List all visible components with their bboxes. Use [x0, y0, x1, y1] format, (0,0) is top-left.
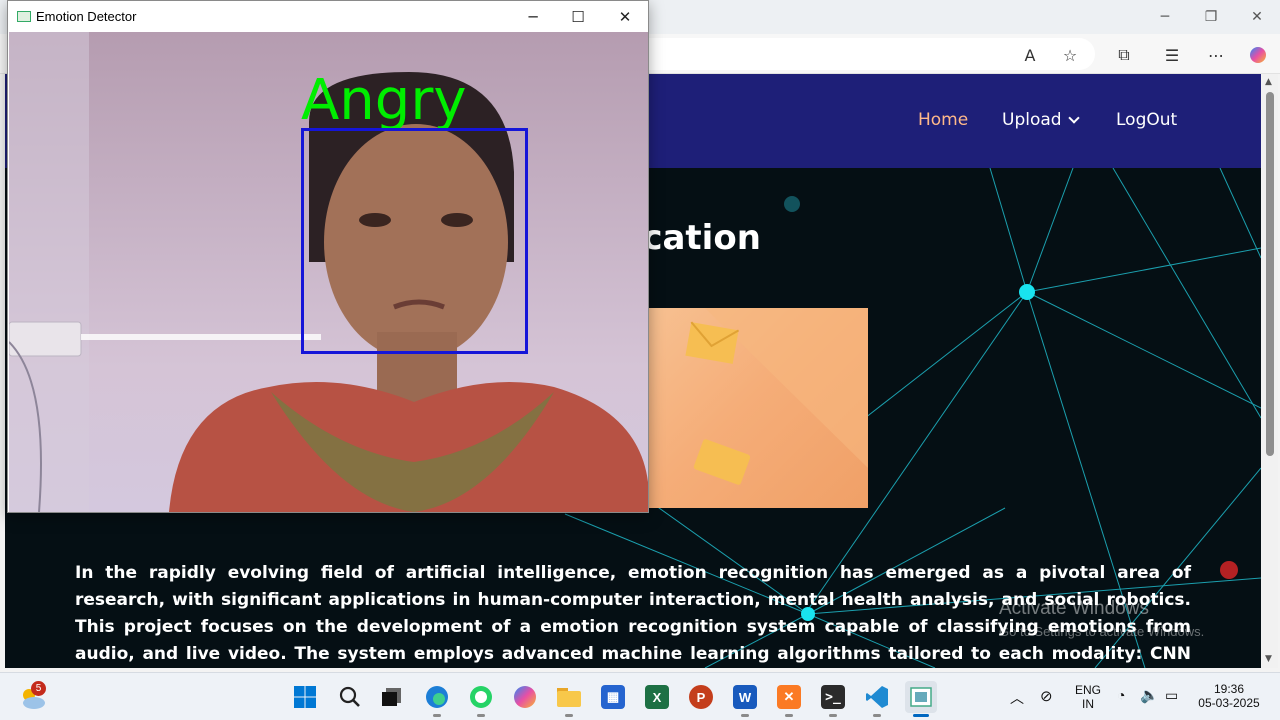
scroll-up-arrow-icon[interactable]: ▲: [1265, 77, 1272, 87]
nav-upload-label: Upload: [1002, 110, 1062, 130]
scroll-down-arrow-icon[interactable]: ▼: [1265, 654, 1272, 664]
app-icon: [17, 11, 31, 22]
task-view-icon[interactable]: [376, 681, 408, 713]
weather-badge: 5: [31, 681, 46, 696]
face-bounding-box: [301, 128, 528, 354]
vscode-icon[interactable]: [861, 681, 893, 717]
extensions-icon[interactable]: ⧉: [1113, 44, 1135, 66]
volume-icon[interactable]: 🔈: [1140, 686, 1159, 704]
detected-emotion-label: Angry: [301, 68, 467, 133]
activate-windows-title: Activate Windows: [999, 598, 1149, 619]
detector-maximize-button[interactable]: ☐: [558, 4, 598, 30]
running-indicator: [873, 714, 881, 717]
start-icon[interactable]: [289, 681, 321, 713]
running-indicator: [785, 714, 793, 717]
more-menu-icon[interactable]: ⋯: [1205, 44, 1227, 66]
minimize-button[interactable]: ─: [1142, 0, 1188, 34]
active-indicator: [913, 714, 929, 717]
detector-titlebar[interactable]: Emotion Detector ─ ☐ ✕: [8, 1, 648, 32]
browser-window-controls: ─ ❐ ✕: [1142, 0, 1280, 34]
clock[interactable]: 19:36 05-03-2025: [1196, 682, 1262, 710]
copilot-icon[interactable]: [509, 681, 541, 713]
taskbar: 5 ▦ X P W ✕ >_ ︿ ⊘ ENG IN ◔ 🔈 ▭ 19:36 05…: [0, 672, 1280, 720]
nav-logout-link[interactable]: LogOut: [1116, 110, 1177, 130]
close-button[interactable]: ✕: [1234, 0, 1280, 34]
language-indicator[interactable]: ENG IN: [1074, 683, 1102, 711]
powerpoint-icon[interactable]: P: [685, 681, 717, 713]
activate-windows-subtitle: Go to Settings to activate Windows.: [999, 624, 1205, 639]
language-code: ENG: [1074, 683, 1101, 697]
chevron-down-icon: [1067, 112, 1080, 124]
running-indicator: [565, 714, 573, 717]
running-indicator: [433, 714, 441, 717]
running-indicator: [829, 714, 837, 717]
credit-card-icon: [693, 439, 751, 485]
page-scrollbar[interactable]: ▲ ▼: [1262, 74, 1278, 668]
region-code: IN: [1082, 697, 1094, 711]
nav-home-link[interactable]: Home: [918, 110, 968, 130]
running-indicator: [741, 714, 749, 717]
file-explorer-icon[interactable]: [553, 681, 585, 717]
search-icon[interactable]: [334, 681, 366, 713]
store-icon[interactable]: ▦: [597, 681, 629, 713]
detector-close-button[interactable]: ✕: [605, 4, 645, 30]
running-indicator: [477, 714, 485, 717]
favorite-star-icon[interactable]: ☆: [1059, 44, 1081, 66]
detector-minimize-button[interactable]: ─: [513, 4, 553, 30]
terminal-icon[interactable]: >_: [817, 681, 849, 717]
clock-date: 05-03-2025: [1198, 696, 1260, 710]
emotion-detector-window: Emotion Detector ─ ☐ ✕ Angry: [7, 0, 649, 513]
tray-overflow-chevron-icon[interactable]: ︿: [1010, 688, 1024, 708]
webcam-feed: Angry: [9, 32, 648, 512]
detector-window-title: Emotion Detector: [36, 9, 137, 24]
copilot-icon[interactable]: [1247, 44, 1269, 66]
read-aloud-icon[interactable]: A: [1019, 44, 1041, 66]
clock-time: 19:36: [1213, 682, 1245, 696]
restore-button[interactable]: ❐: [1188, 0, 1234, 34]
word-icon[interactable]: W: [729, 681, 761, 717]
edge-icon[interactable]: [421, 681, 453, 717]
nav-upload-dropdown[interactable]: Upload: [1002, 110, 1080, 130]
network-status-icon[interactable]: ⊘: [1040, 687, 1053, 705]
xampp-icon[interactable]: ✕: [773, 681, 805, 717]
favorites-icon[interactable]: ☰: [1161, 44, 1183, 66]
scroll-thumb[interactable]: [1266, 92, 1274, 456]
wifi-icon[interactable]: ◔: [1117, 687, 1125, 703]
python-app-icon[interactable]: [905, 681, 937, 717]
battery-icon[interactable]: ▭: [1165, 687, 1178, 704]
whatsapp-icon[interactable]: [465, 681, 497, 717]
excel-icon[interactable]: X: [641, 681, 673, 713]
